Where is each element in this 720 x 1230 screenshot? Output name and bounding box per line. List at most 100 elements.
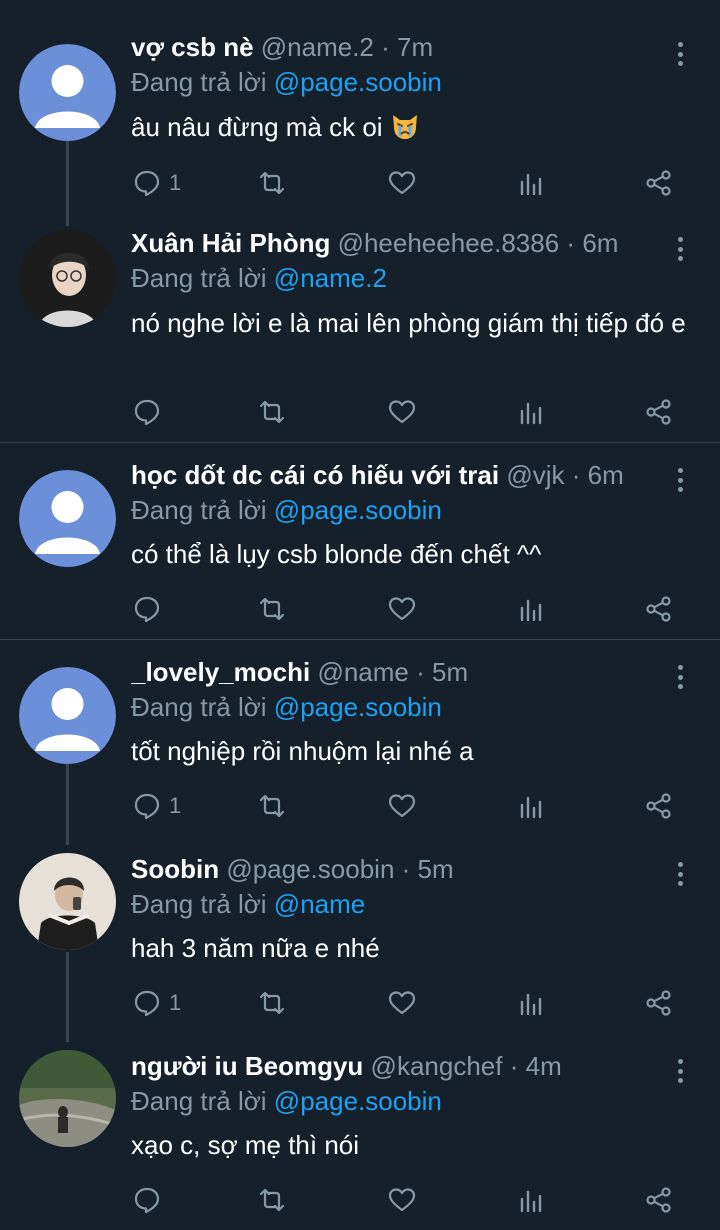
tweet-header: _lovely_mochi @name · 5m [131, 655, 660, 689]
share-button[interactable] [645, 789, 673, 823]
tweet[interactable]: học dốt dc cái có hiếu với trai @vjk · 6… [0, 443, 720, 639]
separator-dot: · [401, 854, 411, 884]
tweet-text: âu nâu đừng mà ck oi [131, 109, 691, 145]
display-name[interactable]: Soobin [131, 854, 219, 884]
user-handle[interactable]: @heeheehee.8386 [338, 228, 560, 258]
analytics-icon [520, 796, 542, 819]
user-handle[interactable]: @name.2 [261, 32, 374, 62]
tweet-header: Soobin @page.soobin · 5m [131, 852, 660, 886]
tweet-text: có thể là lụy csb blonde đến chết ^^ [131, 539, 542, 569]
avatar[interactable] [19, 470, 116, 567]
analytics-button[interactable] [518, 166, 546, 200]
share-icon [646, 399, 671, 425]
user-handle[interactable]: @name [317, 657, 408, 687]
reply-icon [134, 990, 160, 1017]
replying-prefix: Đang trả lời [131, 692, 267, 722]
retweet-button[interactable] [258, 1183, 286, 1217]
user-handle[interactable]: @page.soobin [226, 854, 394, 884]
reply-button[interactable] [133, 592, 169, 626]
reply-button[interactable] [133, 1183, 169, 1217]
replying-prefix: Đang trả lời [131, 263, 267, 293]
retweet-icon [259, 171, 285, 195]
mention-link[interactable]: @page.soobin [274, 495, 442, 525]
mention-link[interactable]: @name [274, 889, 365, 919]
like-button[interactable] [388, 986, 416, 1020]
timestamp[interactable]: 5m [418, 854, 454, 884]
tweet[interactable]: Xuân Hải Phòng @heeheehee.8386 · 6m Đang… [0, 226, 720, 442]
reply-button[interactable]: 1 [133, 789, 181, 823]
tweet-header: học dốt dc cái có hiếu với trai @vjk · 6… [131, 458, 660, 492]
share-button[interactable] [645, 166, 673, 200]
like-icon [388, 1188, 416, 1212]
reply-icon [134, 596, 160, 623]
avatar[interactable] [19, 667, 116, 764]
replying-prefix: Đang trả lời [131, 889, 267, 919]
user-handle[interactable]: @kangchef [371, 1051, 503, 1081]
tweet[interactable]: người iu Beomgyu @kangchef · 4m Đang trả… [0, 1042, 720, 1230]
like-button[interactable] [388, 789, 416, 823]
avatar[interactable] [19, 853, 116, 950]
like-icon [388, 171, 416, 195]
reply-button[interactable]: 1 [133, 166, 181, 200]
display-name[interactable]: _lovely_mochi [131, 657, 310, 687]
avatar[interactable] [19, 44, 116, 141]
analytics-icon [520, 993, 542, 1016]
more-icon[interactable] [668, 465, 692, 495]
reply-icon [134, 1187, 160, 1214]
analytics-icon [520, 402, 542, 425]
replying-prefix: Đang trả lời [131, 1086, 267, 1116]
like-button[interactable] [388, 395, 416, 429]
display-name[interactable]: vợ csb nè [131, 32, 254, 62]
retweet-button[interactable] [258, 789, 286, 823]
tweet[interactable]: Soobin @page.soobin · 5m Đang trả lời @n… [0, 846, 720, 1042]
analytics-button[interactable] [518, 1183, 546, 1217]
reply-button[interactable]: 1 [133, 986, 181, 1020]
reply-button[interactable] [133, 395, 169, 429]
timestamp[interactable]: 6m [588, 460, 624, 490]
analytics-button[interactable] [518, 789, 546, 823]
share-button[interactable] [645, 592, 673, 626]
mention-link[interactable]: @page.soobin [274, 67, 442, 97]
analytics-button[interactable] [518, 592, 546, 626]
more-icon[interactable] [668, 234, 692, 264]
user-handle[interactable]: @vjk [506, 460, 564, 490]
like-button[interactable] [388, 1183, 416, 1217]
mention-link[interactable]: @name.2 [274, 263, 387, 293]
more-icon[interactable] [668, 662, 692, 692]
analytics-button[interactable] [518, 986, 546, 1020]
avatar[interactable] [19, 230, 116, 327]
retweet-button[interactable] [258, 592, 286, 626]
default-avatar-icon [19, 667, 116, 764]
timestamp[interactable]: 7m [397, 32, 433, 62]
more-icon[interactable] [668, 39, 692, 69]
share-button[interactable] [645, 1183, 673, 1217]
tweet[interactable]: _lovely_mochi @name · 5m Đang trả lời @p… [0, 640, 720, 846]
replying-prefix: Đang trả lời [131, 495, 267, 525]
like-button[interactable] [388, 166, 416, 200]
retweet-button[interactable] [258, 986, 286, 1020]
avatar[interactable] [19, 1050, 116, 1147]
tweet[interactable]: vợ csb nè @name.2 · 7m Đang trả lời @pag… [0, 0, 720, 226]
timestamp[interactable]: 4m [526, 1051, 562, 1081]
more-icon[interactable] [668, 859, 692, 889]
separator-dot: · [571, 460, 581, 490]
tweet-header: vợ csb nè @name.2 · 7m [131, 30, 660, 64]
mention-link[interactable]: @page.soobin [274, 1086, 442, 1116]
display-name[interactable]: Xuân Hải Phòng [131, 228, 330, 258]
retweet-button[interactable] [258, 395, 286, 429]
reply-icon [134, 793, 160, 820]
share-button[interactable] [645, 986, 673, 1020]
display-name[interactable]: học dốt dc cái có hiếu với trai [131, 460, 499, 490]
analytics-button[interactable] [518, 395, 546, 429]
tweet-actions [131, 1183, 691, 1217]
timestamp[interactable]: 6m [582, 228, 618, 258]
retweet-button[interactable] [258, 166, 286, 200]
like-button[interactable] [388, 592, 416, 626]
analytics-icon [520, 599, 542, 622]
share-button[interactable] [645, 395, 673, 429]
more-icon[interactable] [668, 1056, 692, 1086]
display-name[interactable]: người iu Beomgyu [131, 1051, 363, 1081]
like-icon [388, 400, 416, 424]
timestamp[interactable]: 5m [432, 657, 468, 687]
mention-link[interactable]: @page.soobin [274, 692, 442, 722]
